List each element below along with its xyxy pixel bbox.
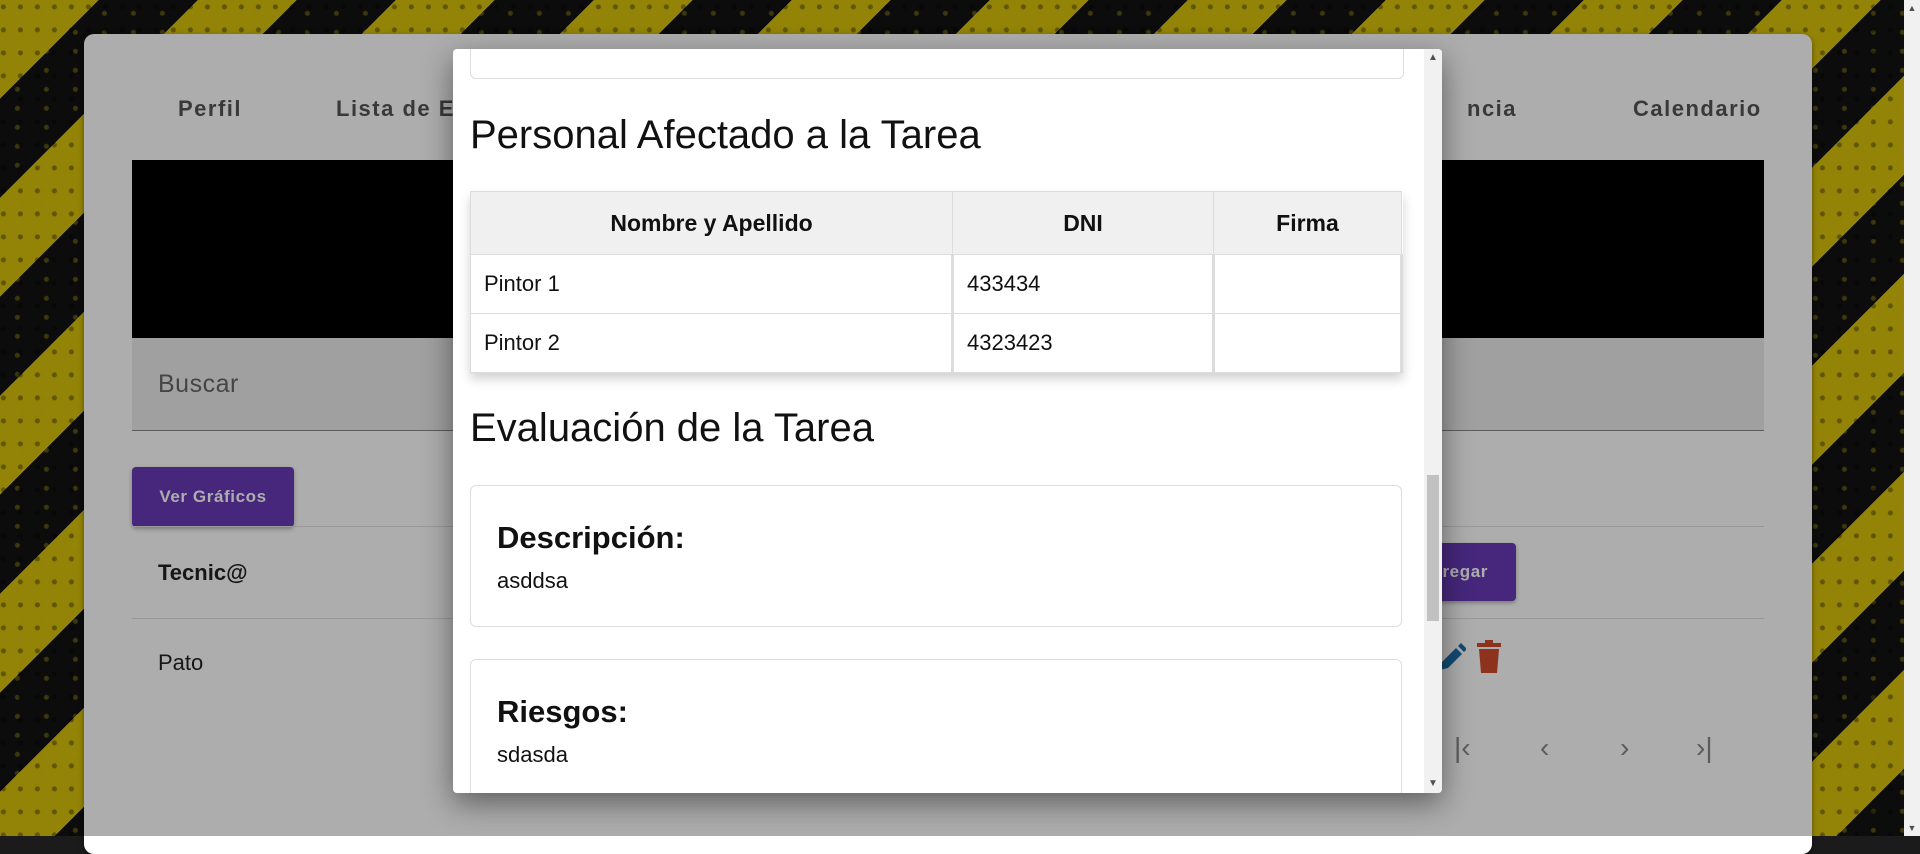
page-scrollbar[interactable]: ▲ ▼ xyxy=(1904,0,1920,836)
column-header: DNI xyxy=(952,191,1214,255)
name-cell: Pintor 1 xyxy=(470,254,954,314)
scroll-up-arrow-icon[interactable]: ▲ xyxy=(1904,0,1920,16)
table-row: Pintor 2 4323423 xyxy=(470,313,1403,373)
risks-card: Riesgos: sdasda xyxy=(470,659,1402,793)
previous-section-box xyxy=(470,49,1404,79)
risks-label: Riesgos: xyxy=(497,694,628,729)
table-row: Pintor 1 433434 xyxy=(470,254,1403,314)
risks-value: sdasda xyxy=(497,742,568,767)
signature-cell xyxy=(1213,254,1403,314)
personal-section-title: Personal Afectado a la Tarea xyxy=(470,113,981,157)
column-header: Firma xyxy=(1213,191,1402,255)
personnel-table: Nombre y Apellido DNI Firma Pintor 1 433… xyxy=(470,191,1403,373)
dni-cell: 433434 xyxy=(952,254,1215,314)
name-cell: Pintor 2 xyxy=(470,313,954,373)
scroll-down-arrow-icon[interactable]: ▼ xyxy=(1424,775,1442,793)
column-header: Nombre y Apellido xyxy=(470,191,953,255)
description-label: Descripción: xyxy=(497,520,685,555)
scrollbar-thumb[interactable] xyxy=(1427,475,1439,621)
scroll-down-arrow-icon[interactable]: ▼ xyxy=(1904,820,1920,836)
description-card: Descripción: asddsa xyxy=(470,485,1402,627)
scroll-up-arrow-icon[interactable]: ▲ xyxy=(1424,49,1442,67)
dni-cell: 4323423 xyxy=(952,313,1215,373)
description-value: asddsa xyxy=(497,568,568,593)
signature-cell xyxy=(1213,313,1403,373)
evaluation-section-title: Evaluación de la Tarea xyxy=(470,406,874,450)
task-detail-dialog: Personal Afectado a la Tarea Nombre y Ap… xyxy=(453,49,1442,793)
modal-scrollbar[interactable]: ▲ ▼ xyxy=(1424,49,1442,793)
table-header-row: Nombre y Apellido DNI Firma xyxy=(470,191,1402,255)
